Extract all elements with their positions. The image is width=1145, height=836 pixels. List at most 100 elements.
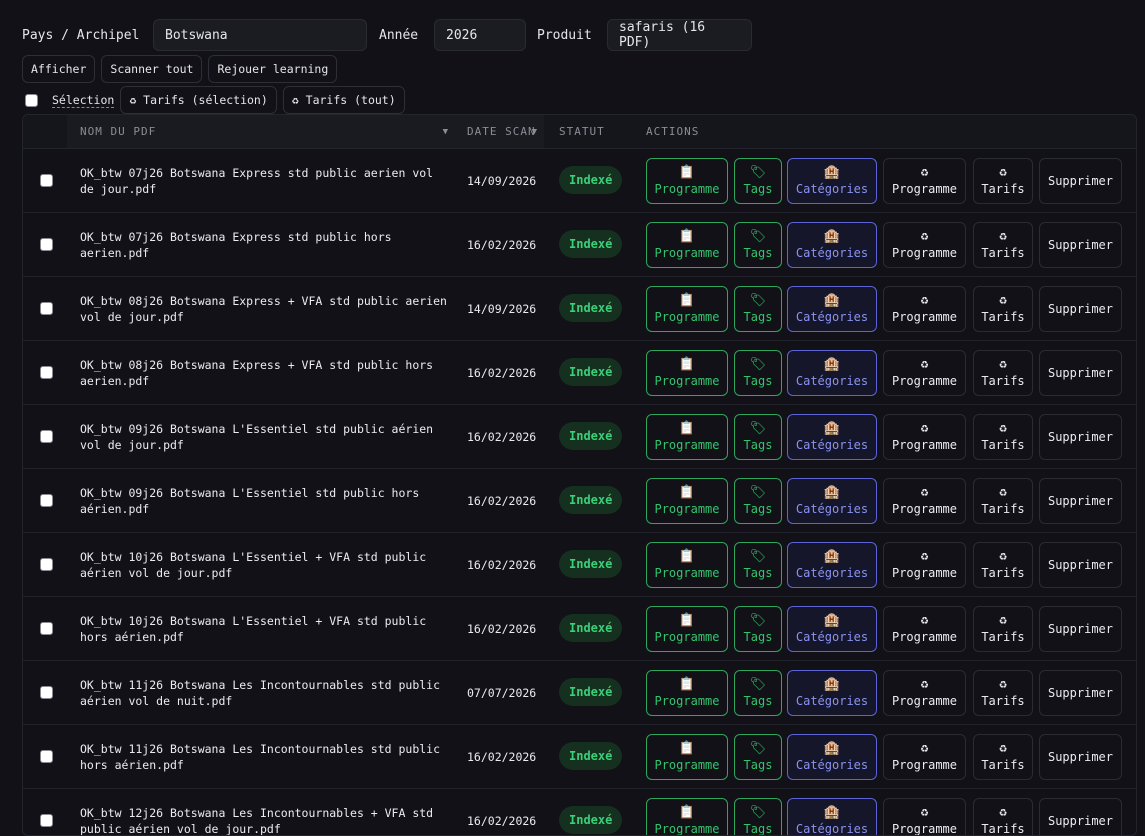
programme-button[interactable]: 📋 Programme	[646, 222, 728, 268]
tags-button[interactable]: 🏷 Tags	[734, 798, 782, 836]
categories-label: Catégories	[796, 245, 868, 262]
programme-button[interactable]: 📋 Programme	[646, 286, 728, 332]
categories-button[interactable]: 🏨 Catégories	[787, 158, 877, 204]
tags-button[interactable]: 🏷 Tags	[734, 414, 782, 460]
reprocess-tarifs-label: Tarifs	[981, 629, 1024, 646]
categories-button[interactable]: 🏨 Catégories	[787, 798, 877, 836]
reprocess-tarifs-button[interactable]: ♻ Tarifs	[973, 158, 1033, 204]
tags-button[interactable]: 🏷 Tags	[734, 542, 782, 588]
sort-icon[interactable]: ▼	[532, 127, 538, 137]
supprimer-button[interactable]: Supprimer	[1039, 798, 1122, 836]
row-checkbox[interactable]	[40, 622, 53, 635]
select-all-checkbox[interactable]	[25, 94, 38, 107]
rejouer-learning-button[interactable]: Rejouer learning	[208, 55, 337, 83]
categories-button[interactable]: 🏨 Catégories	[787, 478, 877, 524]
programme-button[interactable]: 📋 Programme	[646, 606, 728, 652]
recycle-icon: ♻	[921, 549, 929, 565]
tag-icon: 🏷	[750, 613, 767, 629]
row-checkbox[interactable]	[40, 686, 53, 699]
categories-button[interactable]: 🏨 Catégories	[787, 414, 877, 460]
tags-button[interactable]: 🏷 Tags	[734, 222, 782, 268]
pays-input[interactable]: Botswana	[153, 19, 367, 51]
programme-button[interactable]: 📋 Programme	[646, 734, 728, 780]
row-checkbox[interactable]	[40, 494, 53, 507]
categories-button[interactable]: 🏨 Catégories	[787, 286, 877, 332]
reprocess-programme-button[interactable]: ♻ Programme	[883, 734, 966, 780]
supprimer-button[interactable]: Supprimer	[1039, 478, 1122, 524]
categories-button[interactable]: 🏨 Catégories	[787, 670, 877, 716]
reprocess-programme-button[interactable]: ♻ Programme	[883, 478, 966, 524]
programme-button[interactable]: 📋 Programme	[646, 670, 728, 716]
header-date-label: DATE SCAN	[467, 125, 536, 138]
reprocess-tarifs-button[interactable]: ♻ Tarifs	[973, 222, 1033, 268]
tags-button[interactable]: 🏷 Tags	[734, 158, 782, 204]
tarifs-tout-button[interactable]: ♻ Tarifs (tout)	[283, 86, 405, 114]
reprocess-programme-button[interactable]: ♻ Programme	[883, 158, 966, 204]
row-checkbox[interactable]	[40, 302, 53, 315]
categories-button[interactable]: 🏨 Catégories	[787, 734, 877, 780]
produit-select[interactable]: safaris (16 PDF)	[607, 19, 752, 51]
reprocess-programme-button[interactable]: ♻ Programme	[883, 350, 966, 396]
categories-button[interactable]: 🏨 Catégories	[787, 350, 877, 396]
tags-button[interactable]: 🏷 Tags	[734, 670, 782, 716]
reprocess-programme-button[interactable]: ♻ Programme	[883, 798, 966, 836]
reprocess-tarifs-button[interactable]: ♻ Tarifs	[973, 478, 1033, 524]
reprocess-tarifs-button[interactable]: ♻ Tarifs	[973, 286, 1033, 332]
supprimer-button[interactable]: Supprimer	[1039, 542, 1122, 588]
reprocess-tarifs-button[interactable]: ♻ Tarifs	[973, 798, 1033, 836]
tags-button[interactable]: 🏷 Tags	[734, 478, 782, 524]
programme-button[interactable]: 📋 Programme	[646, 158, 728, 204]
programme-button[interactable]: 📋 Programme	[646, 350, 728, 396]
reprocess-tarifs-button[interactable]: ♻ Tarifs	[973, 414, 1033, 460]
scanner-tout-button[interactable]: Scanner tout	[101, 55, 202, 83]
supprimer-button[interactable]: Supprimer	[1039, 606, 1122, 652]
tarifs-selection-button[interactable]: ♻ Tarifs (sélection)	[120, 86, 276, 114]
supprimer-button[interactable]: Supprimer	[1039, 670, 1122, 716]
tags-button[interactable]: 🏷 Tags	[734, 734, 782, 780]
programme-button[interactable]: 📋 Programme	[646, 478, 728, 524]
afficher-button[interactable]: Afficher	[22, 55, 95, 83]
reprocess-programme-button[interactable]: ♻ Programme	[883, 286, 966, 332]
reprocess-programme-button[interactable]: ♻ Programme	[883, 414, 966, 460]
row-checkbox[interactable]	[40, 430, 53, 443]
tags-button[interactable]: 🏷 Tags	[734, 286, 782, 332]
categories-button[interactable]: 🏨 Catégories	[787, 222, 877, 268]
reprocess-tarifs-button[interactable]: ♻ Tarifs	[973, 670, 1033, 716]
supprimer-button[interactable]: Supprimer	[1039, 286, 1122, 332]
reprocess-programme-button[interactable]: ♻ Programme	[883, 542, 966, 588]
categories-button[interactable]: 🏨 Catégories	[787, 542, 877, 588]
tags-label: Tags	[744, 245, 773, 262]
programme-button[interactable]: 📋 Programme	[646, 542, 728, 588]
row-checkbox[interactable]	[40, 814, 53, 827]
tags-label: Tags	[744, 437, 773, 454]
supprimer-button[interactable]: Supprimer	[1039, 734, 1122, 780]
categories-button[interactable]: 🏨 Catégories	[787, 606, 877, 652]
reprocess-tarifs-button[interactable]: ♻ Tarifs	[973, 734, 1033, 780]
reprocess-tarifs-label: Tarifs	[981, 373, 1024, 390]
programme-button[interactable]: 📋 Programme	[646, 414, 728, 460]
tags-button[interactable]: 🏷 Tags	[734, 606, 782, 652]
annee-input[interactable]: 2026	[434, 19, 526, 51]
supprimer-button[interactable]: Supprimer	[1039, 222, 1122, 268]
reprocess-programme-button[interactable]: ♻ Programme	[883, 222, 966, 268]
reprocess-programme-button[interactable]: ♻ Programme	[883, 670, 966, 716]
tags-button[interactable]: 🏷 Tags	[734, 350, 782, 396]
scan-date: 16/02/2026	[467, 213, 536, 276]
supprimer-button[interactable]: Supprimer	[1039, 158, 1122, 204]
header-nom[interactable]: NOM DU PDF ▼	[67, 115, 455, 148]
row-checkbox[interactable]	[40, 750, 53, 763]
row-checkbox[interactable]	[40, 174, 53, 187]
clipboard-icon: 📋	[679, 485, 695, 501]
row-checkbox[interactable]	[40, 366, 53, 379]
reprocess-programme-button[interactable]: ♻ Programme	[883, 606, 966, 652]
reprocess-tarifs-button[interactable]: ♻ Tarifs	[973, 542, 1033, 588]
header-date[interactable]: DATE SCAN ▼	[455, 115, 544, 148]
sort-icon[interactable]: ▼	[443, 127, 449, 137]
row-checkbox[interactable]	[40, 558, 53, 571]
supprimer-button[interactable]: Supprimer	[1039, 350, 1122, 396]
reprocess-tarifs-button[interactable]: ♻ Tarifs	[973, 350, 1033, 396]
programme-button[interactable]: 📋 Programme	[646, 798, 728, 836]
supprimer-button[interactable]: Supprimer	[1039, 414, 1122, 460]
row-checkbox[interactable]	[40, 238, 53, 251]
reprocess-tarifs-button[interactable]: ♻ Tarifs	[973, 606, 1033, 652]
